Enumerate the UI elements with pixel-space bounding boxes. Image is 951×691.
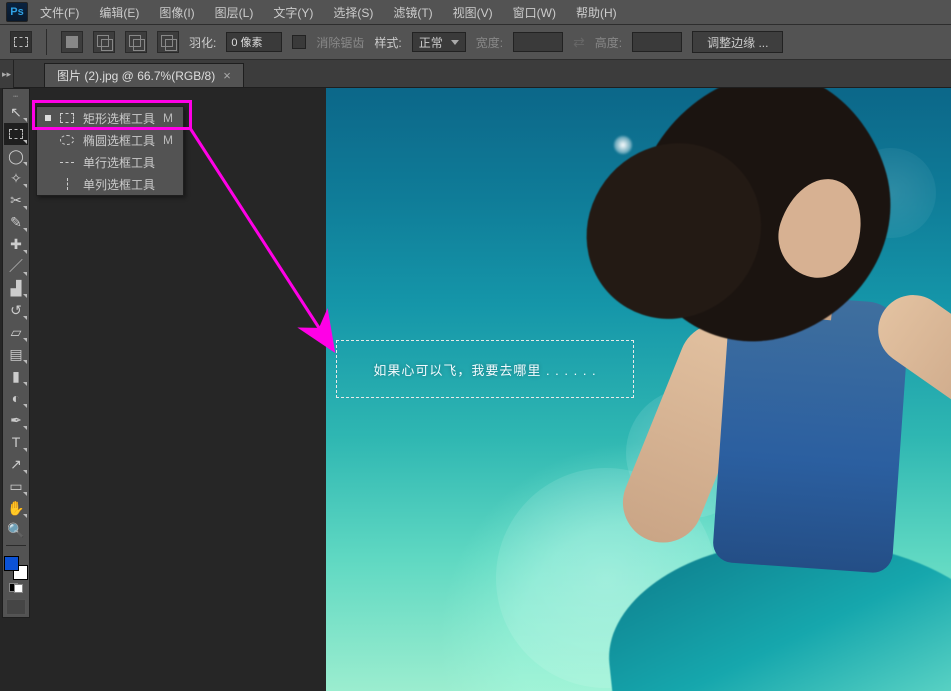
type-tool[interactable]: T	[4, 431, 28, 453]
toolbox-grip[interactable]: ┅	[3, 91, 29, 101]
active-selection-marquee[interactable]: 如果心可以飞，我要去哪里 . . . . . .	[336, 340, 634, 398]
antialias-checkbox[interactable]	[292, 35, 306, 49]
new-selection-icon	[66, 36, 78, 48]
flyout-item-rectangular-marquee[interactable]: 矩形选框工具 M	[37, 107, 183, 129]
close-icon[interactable]: ×	[223, 68, 231, 83]
marquee-tool[interactable]	[4, 123, 28, 145]
pen-tool[interactable]: ✒	[4, 409, 28, 431]
width-input	[513, 32, 563, 52]
options-bar: 羽化: 消除锯齿 样式: 正常 宽度: ⇄ 高度: 调整边缘 ...	[0, 24, 951, 60]
menu-file[interactable]: 文件(F)	[32, 1, 87, 24]
toolbox-divider	[6, 545, 27, 546]
menu-select[interactable]: 选择(S)	[325, 1, 381, 24]
feather-input[interactable]	[226, 32, 282, 52]
crop-tool[interactable]: ✂	[4, 189, 28, 211]
clone-stamp-tool[interactable]: ▟	[4, 277, 28, 299]
gradient-tool[interactable]: ▤	[4, 343, 28, 365]
workspace: ┅ ↖ ◯ ✧ ✂ ✎ ✚ ／ ▟ ↺ ▱ ▤ ▮ ◐ ✒ T ↗ ▭ ✋ 🔍	[0, 88, 951, 691]
path-selection-tool[interactable]: ↗	[4, 453, 28, 475]
menu-view[interactable]: 视图(V)	[445, 1, 501, 24]
document-tab[interactable]: 图片 (2).jpg @ 66.7%(RGB/8) ×	[44, 63, 244, 87]
style-dropdown[interactable]: 正常	[412, 32, 466, 52]
healing-brush-tool[interactable]: ✚	[4, 233, 28, 255]
blur-tool[interactable]: ▮	[4, 365, 28, 387]
menu-filter[interactable]: 滤镜(T)	[385, 1, 440, 24]
menu-window[interactable]: 窗口(W)	[505, 1, 564, 24]
style-label: 样式:	[374, 34, 401, 51]
lasso-tool[interactable]: ◯	[4, 145, 28, 167]
default-colors-icon[interactable]	[9, 583, 23, 593]
refine-edge-label: 调整边缘 ...	[707, 34, 768, 51]
menu-layer[interactable]: 图层(L)	[207, 1, 262, 24]
height-label: 高度:	[595, 34, 622, 51]
row-marquee-icon	[60, 162, 74, 163]
separator	[46, 29, 47, 55]
rectangle-marquee-icon	[9, 129, 23, 139]
menu-bar: Ps 文件(F) 编辑(E) 图像(I) 图层(L) 文字(Y) 选择(S) 滤…	[0, 0, 951, 24]
toolbox: ┅ ↖ ◯ ✧ ✂ ✎ ✚ ／ ▟ ↺ ▱ ▤ ▮ ◐ ✒ T ↗ ▭ ✋ 🔍	[2, 88, 30, 618]
hand-tool[interactable]: ✋	[4, 497, 28, 519]
tool-preset-dropdown[interactable]	[10, 31, 32, 53]
eyedropper-tool[interactable]: ✎	[4, 211, 28, 233]
selection-add[interactable]	[93, 31, 115, 53]
selection-subtract[interactable]	[125, 31, 147, 53]
menu-image[interactable]: 图像(I)	[151, 1, 202, 24]
document-canvas[interactable]: 如果心可以飞，我要去哪里 . . . . . .	[326, 88, 951, 691]
flyout-item-elliptical-marquee[interactable]: 椭圆选框工具 M	[37, 129, 183, 151]
feather-label: 羽化:	[189, 34, 216, 51]
rectangle-marquee-icon	[60, 113, 74, 123]
shape-tool[interactable]: ▭	[4, 475, 28, 497]
height-input	[632, 32, 682, 52]
intersect-selection-icon	[161, 35, 175, 49]
quick-mask-toggle[interactable]	[6, 599, 26, 615]
zoom-tool[interactable]: 🔍	[4, 519, 28, 541]
column-marquee-icon	[67, 178, 68, 190]
style-value: 正常	[419, 34, 443, 51]
refine-edge-button[interactable]: 调整边缘 ...	[692, 31, 783, 53]
selection-intersect[interactable]	[157, 31, 179, 53]
antialias-label: 消除锯齿	[316, 34, 364, 51]
flyout-item-shortcut: M	[163, 133, 173, 147]
flyout-item-label: 单列选框工具	[83, 176, 165, 193]
flyout-item-label: 单行选框工具	[83, 154, 165, 171]
menu-edit[interactable]: 编辑(E)	[91, 1, 147, 24]
flyout-item-single-row-marquee[interactable]: 单行选框工具	[37, 151, 183, 173]
document-tab-bar: 图片 (2).jpg @ 66.7%(RGB/8) ×	[0, 60, 951, 88]
history-brush-tool[interactable]: ↺	[4, 299, 28, 321]
color-swatch[interactable]	[4, 556, 28, 580]
selection-text-content: 如果心可以飞，我要去哪里 . . . . . .	[373, 360, 596, 379]
flyout-item-label: 椭圆选框工具	[83, 132, 155, 149]
menu-type[interactable]: 文字(Y)	[265, 1, 321, 24]
flyout-item-shortcut: M	[163, 111, 173, 125]
flyout-item-single-column-marquee[interactable]: 单列选框工具	[37, 173, 183, 195]
canvas-image: 如果心可以飞，我要去哪里 . . . . . .	[326, 88, 951, 691]
brush-tool[interactable]: ／	[4, 255, 28, 277]
add-selection-icon	[97, 35, 111, 49]
flyout-item-label: 矩形选框工具	[83, 110, 155, 127]
document-tab-title: 图片 (2).jpg @ 66.7%(RGB/8)	[57, 67, 215, 84]
app-logo: Ps	[6, 2, 28, 22]
selection-new[interactable]	[61, 31, 83, 53]
foreground-color[interactable]	[4, 556, 19, 571]
eraser-tool[interactable]: ▱	[4, 321, 28, 343]
magic-wand-tool[interactable]: ✧	[4, 167, 28, 189]
panel-expander[interactable]: ▸▸	[0, 60, 14, 88]
active-indicator-icon	[45, 115, 51, 121]
swap-dimensions-icon: ⇄	[573, 34, 585, 51]
marquee-preview-icon	[14, 37, 28, 47]
width-label: 宽度:	[476, 34, 503, 51]
chevron-down-icon	[451, 40, 459, 45]
marquee-flyout-menu: 矩形选框工具 M 椭圆选框工具 M 单行选框工具 单列选框工具	[36, 106, 184, 196]
subtract-selection-icon	[129, 35, 143, 49]
dodge-tool[interactable]: ◐	[4, 387, 28, 409]
ellipse-marquee-icon	[60, 135, 74, 145]
move-tool[interactable]: ↖	[4, 101, 28, 123]
menu-help[interactable]: 帮助(H)	[568, 1, 625, 24]
